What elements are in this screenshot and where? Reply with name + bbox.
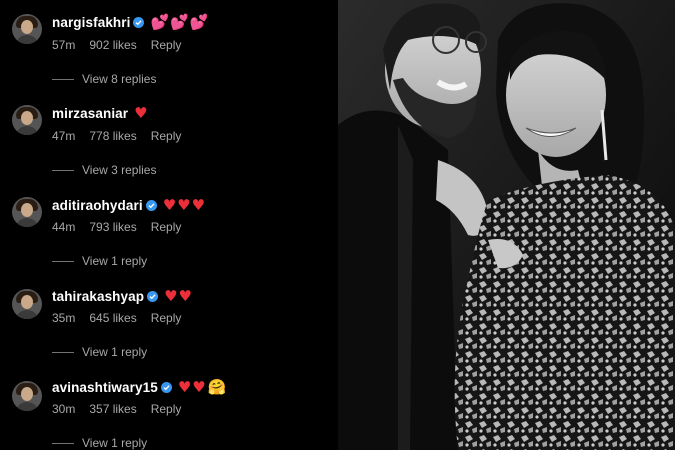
hug-emoji-icon: 🤗: [207, 378, 228, 396]
comment-text: ♥♥: [164, 287, 194, 305]
reply-button[interactable]: Reply: [151, 220, 182, 234]
reply-button[interactable]: Reply: [151, 129, 182, 143]
comment-text: ♥♥♥: [162, 196, 207, 214]
view-replies-button[interactable]: View 8 replies: [52, 71, 156, 87]
verified-badge-icon: [160, 381, 172, 393]
couple-photo-image: [338, 0, 675, 450]
view-replies-button[interactable]: View 3 replies: [52, 162, 156, 178]
username[interactable]: avinashtiwary15: [52, 380, 158, 395]
comment-item: tahirakashyap ♥♥ 35m 645 likes Reply Vie…: [0, 273, 338, 364]
likes-count[interactable]: 778 likes: [89, 129, 136, 143]
comment-text: ♥♥: [177, 378, 207, 396]
replies-divider: [52, 78, 74, 80]
comment-item: aditiraohydari ♥♥♥ 44m 793 likes Reply V…: [0, 182, 338, 273]
replies-divider: [52, 442, 74, 444]
view-replies-button[interactable]: View 1 reply: [52, 253, 147, 269]
replies-divider: [52, 351, 74, 353]
likes-count[interactable]: 793 likes: [89, 220, 136, 234]
replies-divider: [52, 260, 74, 262]
likes-count[interactable]: 902 likes: [89, 38, 136, 52]
comment-time: 57m: [52, 38, 76, 52]
verified-badge-icon: [147, 290, 159, 302]
reply-button[interactable]: Reply: [151, 311, 182, 325]
verified-badge-icon: [145, 199, 157, 211]
username[interactable]: aditiraohydari: [52, 198, 143, 213]
avatar[interactable]: [12, 14, 42, 44]
view-replies-button[interactable]: View 1 reply: [52, 344, 147, 360]
comment-time: 47m: [52, 129, 76, 143]
avatar[interactable]: [12, 289, 42, 319]
reply-button[interactable]: Reply: [151, 402, 182, 416]
view-replies-label: View 8 replies: [82, 72, 157, 86]
likes-count[interactable]: 357 likes: [89, 402, 136, 416]
comment-item: mirzasaniar ♥ 47m 778 likes Reply View 3…: [0, 91, 338, 182]
view-replies-label: View 3 replies: [82, 163, 157, 177]
comments-panel: nargisfakhri 💕💕💕 57m 902 likes Reply Vie…: [0, 0, 338, 450]
comment-text: ♥: [134, 104, 149, 122]
username[interactable]: nargisfakhri: [52, 15, 130, 30]
replies-divider: [52, 169, 74, 171]
reply-button[interactable]: Reply: [151, 38, 182, 52]
username[interactable]: tahirakashyap: [52, 289, 144, 304]
username[interactable]: mirzasaniar: [52, 106, 128, 121]
verified-badge-icon: [133, 16, 145, 28]
comment-time: 35m: [52, 311, 76, 325]
comment-time: 30m: [52, 402, 76, 416]
likes-count[interactable]: 645 likes: [89, 311, 136, 325]
view-replies-button[interactable]: View 1 reply: [52, 435, 147, 450]
avatar[interactable]: [12, 381, 42, 411]
comment-item: nargisfakhri 💕💕💕 57m 902 likes Reply Vie…: [0, 0, 338, 91]
comment-item: avinashtiwary15 ♥♥ 🤗 30m 357 likes Reply…: [0, 364, 338, 450]
view-replies-label: View 1 reply: [82, 254, 148, 268]
comment-time: 44m: [52, 220, 76, 234]
avatar[interactable]: [12, 105, 42, 135]
avatar[interactable]: [12, 197, 42, 227]
view-replies-label: View 1 reply: [82, 436, 148, 450]
post-photo[interactable]: [338, 0, 675, 450]
view-replies-label: View 1 reply: [82, 345, 148, 359]
comment-text: 💕💕💕: [150, 13, 210, 31]
